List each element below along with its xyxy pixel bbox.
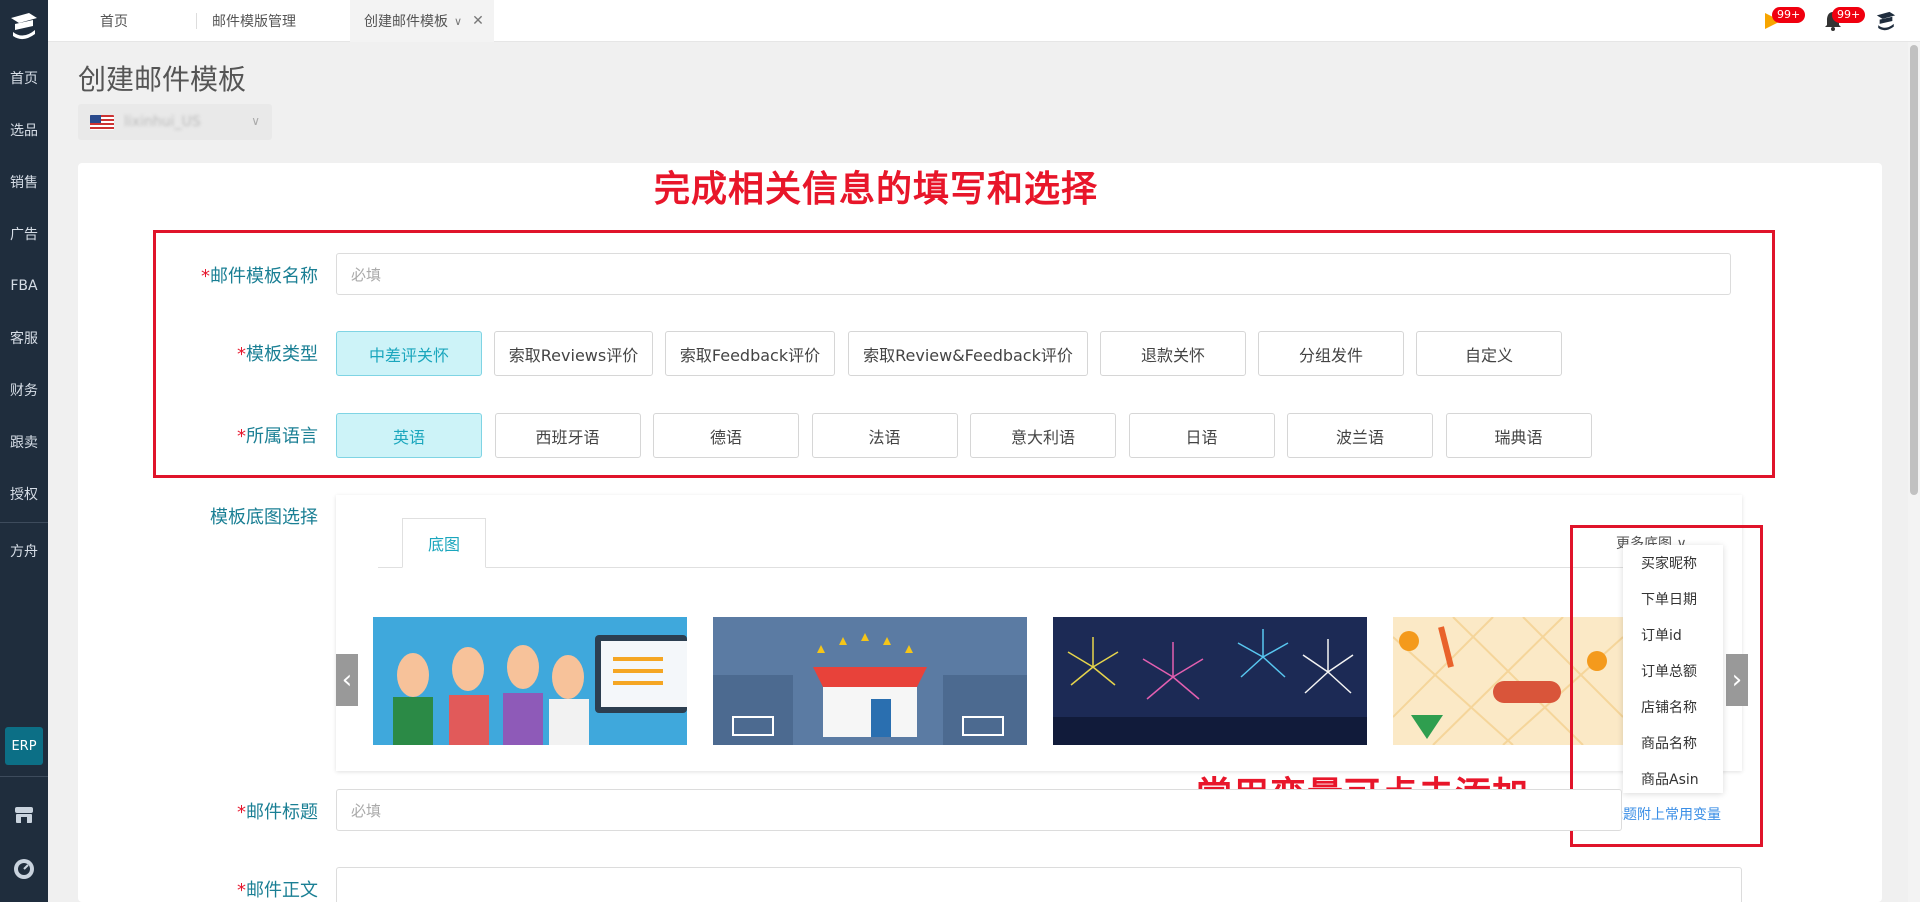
sidebar-item[interactable]: 广告 xyxy=(0,208,48,260)
template-type-option[interactable]: 自定义 xyxy=(1416,331,1562,376)
top-icons: 99+ 99+ xyxy=(1762,0,1898,42)
sidebar-item[interactable]: 跟卖 xyxy=(0,416,48,468)
flag-icon[interactable]: 99+ xyxy=(1762,7,1806,32)
background-picker: 底图 更多底图 ∨ ‹ › xyxy=(336,495,1748,771)
chevron-down-icon: ∨ xyxy=(251,114,260,128)
template-type-option[interactable]: 退款关怀 xyxy=(1100,331,1246,376)
background-thumbnail[interactable] xyxy=(713,617,1027,745)
template-name-label: *邮件模板名称 xyxy=(201,266,318,287)
us-flag-icon xyxy=(90,114,114,130)
flag-badge: 99+ xyxy=(1772,7,1806,23)
erp-button[interactable]: ERP xyxy=(5,727,43,765)
tab-home[interactable]: 首页 xyxy=(100,0,128,42)
tab-label: 创建邮件模板 xyxy=(364,14,448,30)
sidebar: 首页 选品 销售 广告 FBA 客服 财务 跟卖 授权 方舟 ERP xyxy=(0,0,48,902)
template-type-option[interactable]: 索取Reviews评价 xyxy=(494,331,653,376)
sidebar-item-fangzhou[interactable]: 方舟 xyxy=(0,525,48,577)
template-type-label: *模板类型 xyxy=(237,344,318,365)
page-title: 创建邮件模板 xyxy=(78,63,247,96)
subject-input[interactable]: 必填 xyxy=(336,789,1622,831)
language-option[interactable]: 波兰语 xyxy=(1287,413,1433,458)
placeholder: 必填 xyxy=(351,265,382,284)
sidebar-item[interactable]: 首页 xyxy=(0,52,48,104)
language-option[interactable]: 德语 xyxy=(653,413,799,458)
sidebar-item[interactable]: 客服 xyxy=(0,312,48,364)
template-type-option[interactable]: 索取Review&Feedback评价 xyxy=(848,331,1088,376)
subject-label: *邮件标题 xyxy=(237,802,318,823)
tab-label: 首页 xyxy=(100,14,128,30)
body-label: *邮件正文 xyxy=(237,880,318,901)
language-option[interactable]: 西班牙语 xyxy=(494,413,641,458)
language-option[interactable]: 意大利语 xyxy=(970,413,1116,458)
language-option[interactable]: 英语 xyxy=(336,413,482,458)
tab-divider xyxy=(196,13,197,29)
scrollbar-thumb[interactable] xyxy=(1910,45,1918,495)
user-avatar-icon[interactable] xyxy=(1874,9,1898,33)
template-name-input[interactable]: 必填 xyxy=(336,253,1731,295)
app-logo-icon[interactable] xyxy=(0,0,48,52)
gauge-icon[interactable] xyxy=(12,857,36,881)
background-select-label: 模板底图选择 xyxy=(210,507,318,528)
store-name: lixinhui_US xyxy=(124,114,201,130)
bell-badge: 99+ xyxy=(1832,7,1866,23)
annotation-top: 完成相关信息的填写和选择 xyxy=(654,169,1099,210)
tab-background[interactable]: 底图 xyxy=(402,518,486,568)
sidebar-divider xyxy=(0,776,48,777)
background-thumbnail[interactable] xyxy=(1053,617,1367,745)
sidebar-item[interactable]: 选品 xyxy=(0,104,48,156)
placeholder: 必填 xyxy=(351,801,382,820)
language-option[interactable]: 日语 xyxy=(1128,413,1275,458)
store-icon[interactable] xyxy=(12,803,36,827)
tab-create-mail-template[interactable]: 创建邮件模板 ∨ ✕ xyxy=(350,0,494,42)
tab-label: 邮件模版管理 xyxy=(212,14,296,30)
chevron-down-icon[interactable]: ∨ xyxy=(454,15,462,28)
language-option[interactable]: 法语 xyxy=(811,413,958,458)
template-type-option[interactable]: 中差评关怀 xyxy=(336,331,482,376)
template-type-option[interactable]: 索取Feedback评价 xyxy=(665,331,835,376)
tab-mail-template-manage[interactable]: 邮件模版管理 xyxy=(212,0,296,42)
template-type-option[interactable]: 分组发件 xyxy=(1258,331,1404,376)
language-label: *所属语言 xyxy=(237,426,318,447)
carousel-prev-button[interactable]: ‹ xyxy=(336,654,358,706)
bell-icon[interactable]: 99+ xyxy=(1822,7,1866,32)
language-option[interactable]: 瑞典语 xyxy=(1445,413,1592,458)
top-bar: 首页 邮件模版管理 创建邮件模板 ∨ ✕ 99+ 99+ xyxy=(48,0,1920,42)
sidebar-item[interactable]: 财务 xyxy=(0,364,48,416)
sidebar-divider xyxy=(0,522,48,523)
background-thumbnail[interactable] xyxy=(373,617,687,745)
sidebar-item[interactable]: 销售 xyxy=(0,156,48,208)
tab-underline xyxy=(378,567,1718,568)
sidebar-item[interactable]: 授权 xyxy=(0,468,48,520)
close-icon[interactable]: ✕ xyxy=(472,13,484,29)
sidebar-item[interactable]: FBA xyxy=(0,260,48,312)
store-select[interactable]: lixinhui_US ∨ xyxy=(78,104,272,140)
chevron-left-icon: ‹ xyxy=(341,665,353,695)
body-editor[interactable] xyxy=(336,867,1742,902)
